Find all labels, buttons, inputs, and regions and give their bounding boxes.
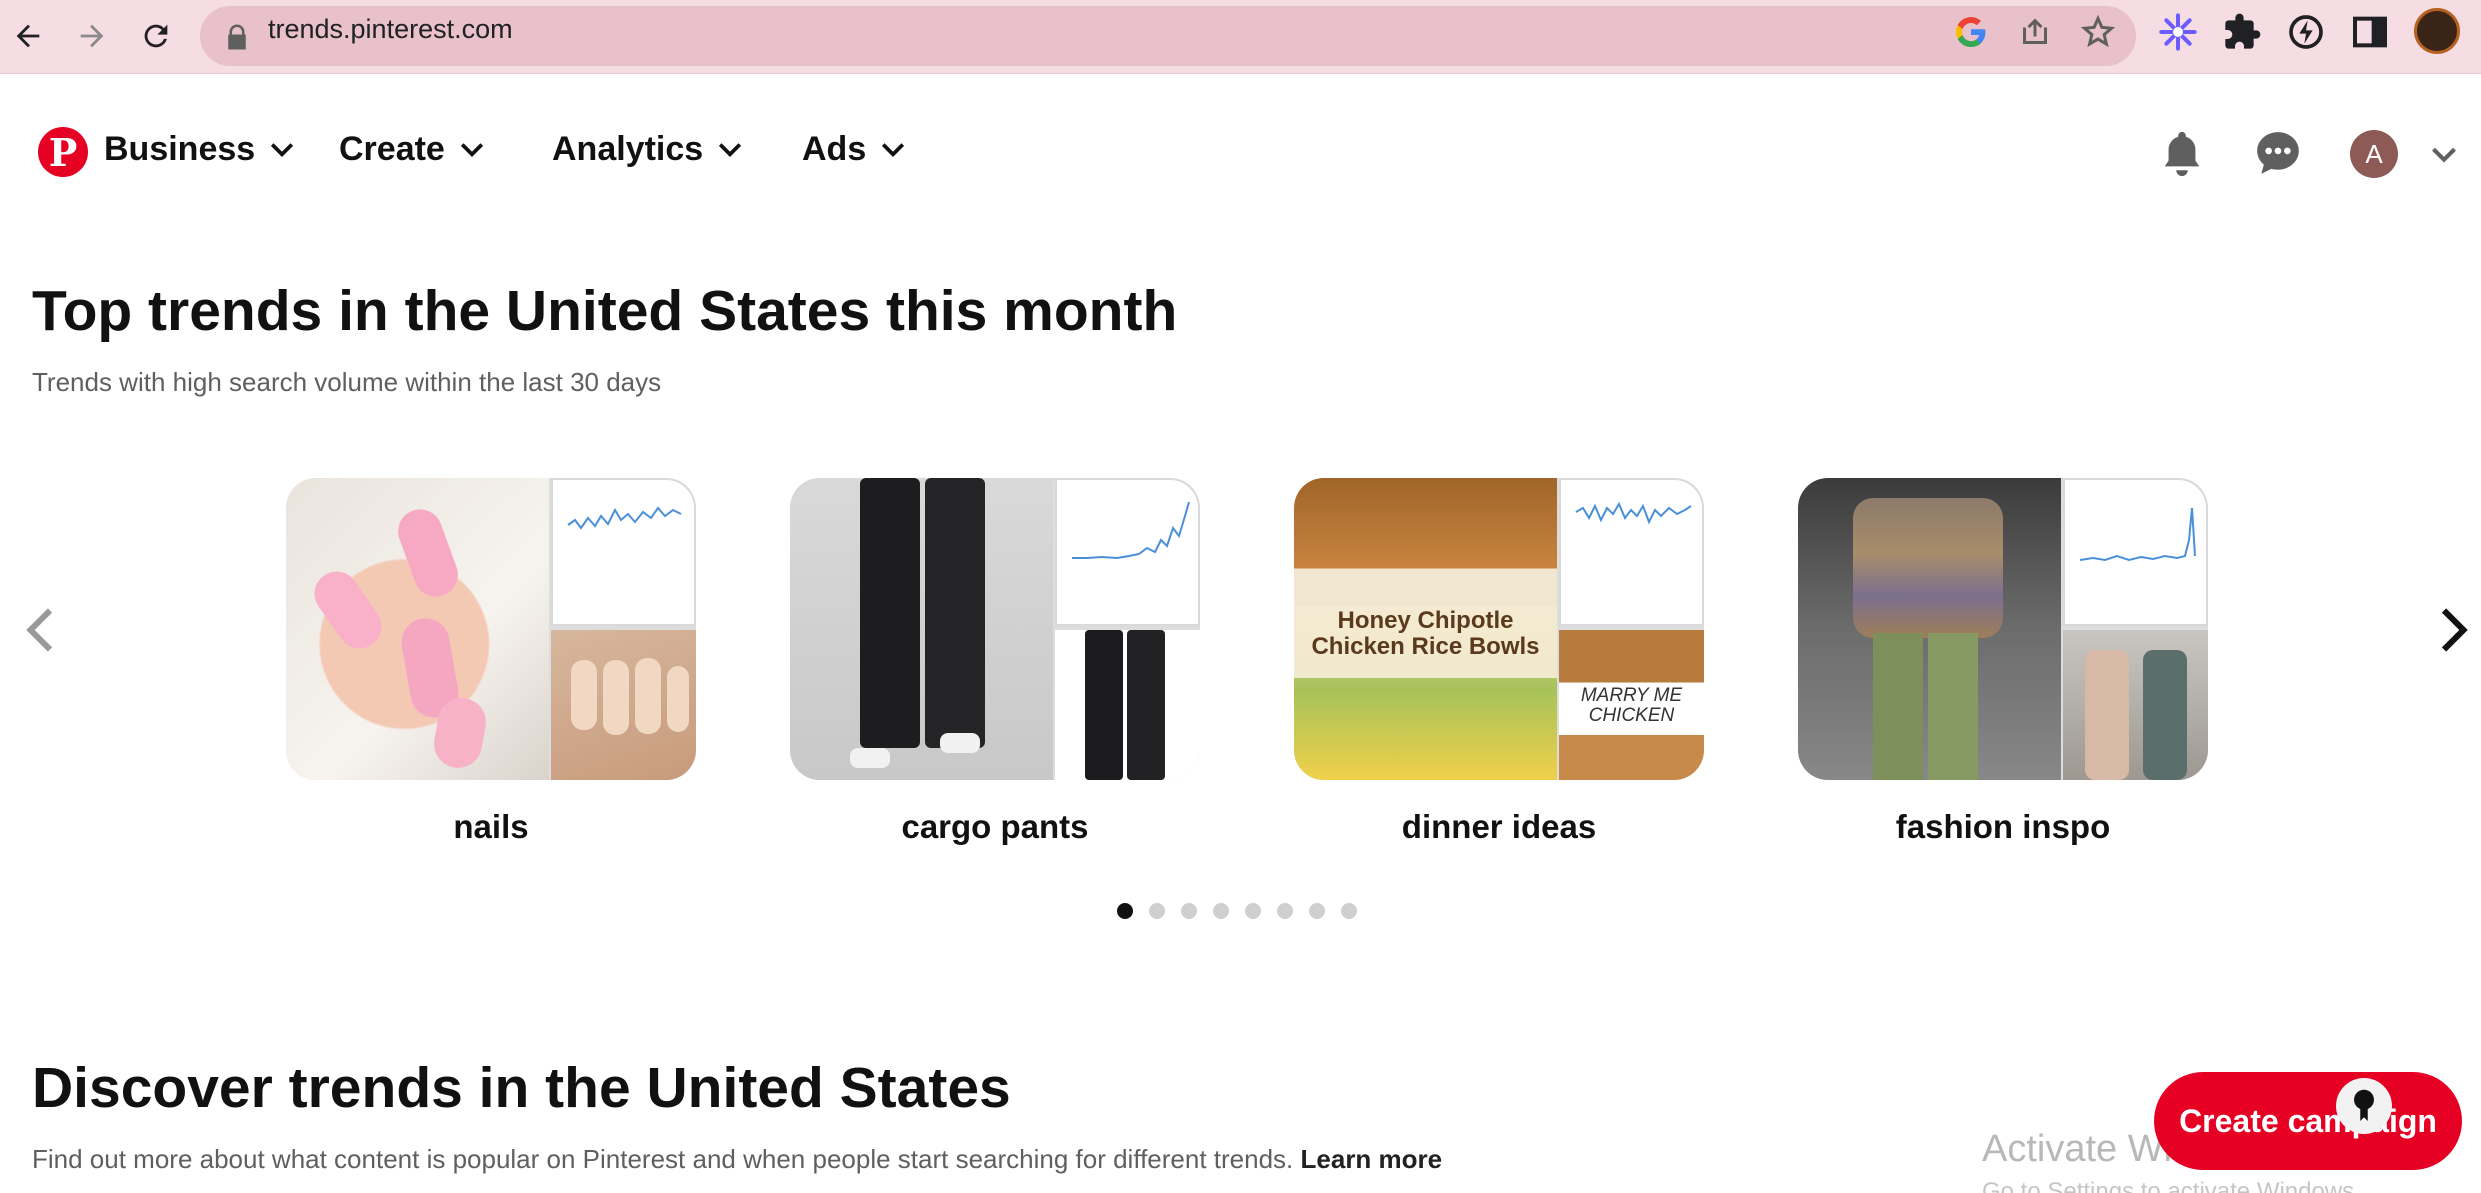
pinterest-logo[interactable]: P — [38, 127, 88, 177]
chevron-down-icon — [271, 142, 294, 157]
dinner-overlay-line2: Chicken Rice Bowls — [1311, 633, 1540, 660]
forward-button[interactable] — [66, 10, 118, 62]
dinner-thumb-line2: CHICKEN — [1588, 705, 1675, 726]
chevron-down-icon — [460, 142, 483, 157]
trend-graph — [2063, 478, 2208, 626]
browser-toolbar: trends.pinterest.com — [0, 0, 2481, 74]
puzzle-icon[interactable] — [2222, 12, 2262, 52]
bell-icon — [2164, 131, 2200, 176]
discover-subtitle: Find out more about what content is popu… — [32, 1144, 1442, 1175]
dinner-thumb-image: MARRY ME CHICKEN — [1559, 630, 1704, 780]
menu-business[interactable]: Business — [104, 130, 295, 169]
top-trends-title: Top trends in the United States this mon… — [32, 279, 1178, 343]
pagination-dot[interactable] — [1277, 903, 1293, 919]
top-trends-subtitle: Trends with high search volume within th… — [32, 367, 662, 397]
carousel-next-button[interactable] — [2428, 600, 2478, 660]
pagination-dot[interactable] — [1117, 903, 1133, 919]
menu-label: Create — [339, 130, 445, 168]
url-text[interactable]: trends.pinterest.com — [268, 14, 513, 45]
google-icon[interactable] — [1953, 14, 1989, 50]
trend-graph — [551, 478, 696, 626]
cargo-pants-thumb-image — [1055, 630, 1200, 780]
nails-thumb-image — [551, 630, 696, 780]
share-icon[interactable] — [2017, 14, 2053, 50]
create-campaign-button[interactable]: Create campaign — [2154, 1072, 2462, 1170]
menu-analytics[interactable]: Analytics — [552, 130, 743, 169]
menu-label: Ads — [802, 130, 867, 168]
trend-line-chart — [567, 506, 682, 530]
nails-main-image — [286, 478, 549, 780]
fashion-main-image — [1798, 478, 2061, 780]
chevron-down-icon — [719, 142, 742, 157]
trend-card-label[interactable]: nails — [286, 808, 696, 846]
trend-card-dinner-ideas[interactable]: Honey Chipotle Chicken Rice Bowls MARRY … — [1294, 478, 1704, 780]
pin-icon — [2354, 1089, 2374, 1121]
lock-icon — [228, 24, 246, 50]
pagination-dot[interactable] — [1149, 903, 1165, 919]
trend-graph — [1055, 478, 1200, 626]
activate-windows-subtext: Go to Settings to activate Windows. — [1982, 1178, 2361, 1193]
menu-ads[interactable]: Ads — [802, 130, 906, 169]
reload-icon — [144, 24, 168, 48]
sidepanel-icon[interactable] — [2350, 12, 2390, 52]
trend-graph — [1559, 478, 1704, 626]
extension-flower-icon[interactable] — [2158, 12, 2198, 52]
chevron-left-icon — [26, 608, 53, 652]
carousel-prev-button[interactable] — [16, 600, 66, 660]
site-header: P Business Create Analytics Ads A — [0, 75, 2481, 235]
pagination-dot[interactable] — [1181, 903, 1197, 919]
trend-card-label[interactable]: dinner ideas — [1294, 808, 1704, 846]
discover-title: Discover trends in the United States — [32, 1056, 1011, 1120]
trend-card-nails[interactable] — [286, 478, 696, 780]
reload-button[interactable] — [130, 10, 182, 62]
discover-subtitle-text: Find out more about what content is popu… — [32, 1144, 1294, 1174]
trend-card-cargo-pants[interactable] — [790, 478, 1200, 780]
back-icon — [16, 24, 40, 48]
trend-line-chart — [2079, 507, 2196, 562]
fashion-thumb-image — [2063, 630, 2208, 780]
dinner-main-image: Honey Chipotle Chicken Rice Bowls — [1294, 478, 1557, 780]
pagination-dot[interactable] — [1341, 903, 1357, 919]
trend-line-chart — [1575, 501, 1692, 525]
menu-label: Business — [104, 130, 256, 168]
dinner-thumb-line1: MARRY ME — [1580, 685, 1683, 706]
menu-label: Analytics — [552, 130, 704, 168]
pagination-dot[interactable] — [1213, 903, 1229, 919]
trend-card-fashion-inspo[interactable] — [1798, 478, 2208, 780]
dinner-overlay-line1: Honey Chipotle — [1337, 607, 1514, 634]
user-avatar[interactable]: A — [2350, 130, 2398, 178]
bolt-icon[interactable] — [2286, 12, 2326, 52]
notifications-button[interactable] — [2154, 125, 2210, 181]
menu-create[interactable]: Create — [339, 130, 485, 169]
trend-card-label[interactable]: cargo pants — [790, 808, 1200, 846]
pagination-dot[interactable] — [1309, 903, 1325, 919]
chevron-right-icon — [2441, 608, 2468, 652]
back-button[interactable] — [2, 10, 54, 62]
bookmark-star-icon[interactable] — [2080, 14, 2116, 50]
messages-button[interactable] — [2250, 125, 2306, 181]
chat-bubble-icon — [2257, 132, 2299, 174]
account-chevron-down-icon[interactable] — [2430, 141, 2458, 169]
pagination-dot[interactable] — [1245, 903, 1261, 919]
pin-help-button[interactable] — [2336, 1078, 2392, 1134]
cargo-pants-main-image — [790, 478, 1053, 780]
forward-icon — [80, 24, 104, 48]
learn-more-link[interactable]: Learn more — [1301, 1144, 1443, 1174]
carousel-pagination — [1117, 903, 1357, 919]
profile-icon[interactable] — [2414, 8, 2460, 54]
trend-card-label[interactable]: fashion inspo — [1798, 808, 2208, 846]
trend-line-chart — [1072, 501, 1190, 560]
chevron-down-icon — [882, 142, 905, 157]
